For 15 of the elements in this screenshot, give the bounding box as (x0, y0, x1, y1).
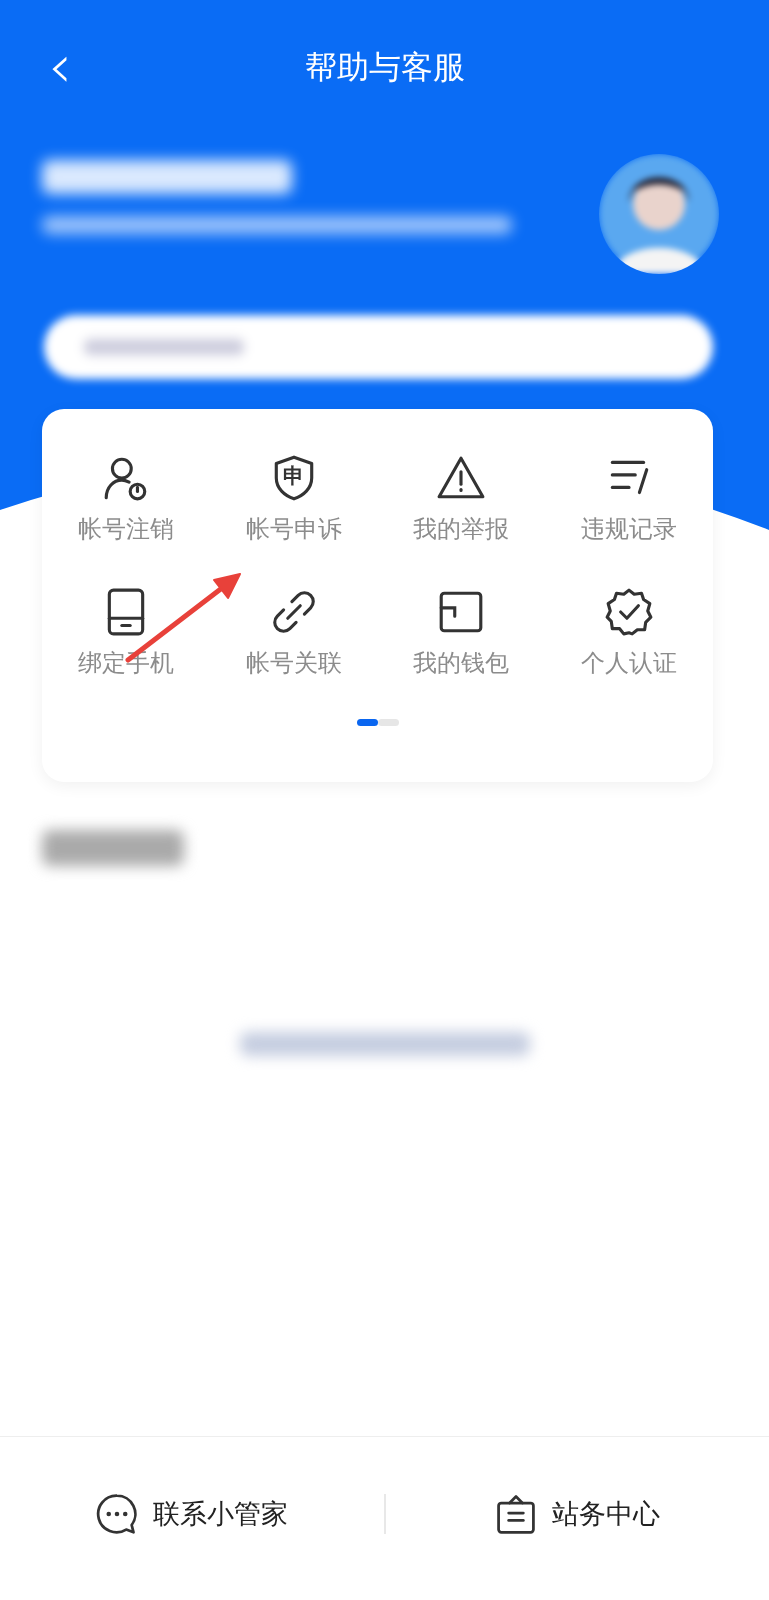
chat-icon (95, 1491, 140, 1536)
menu-item[interactable]: 我的钱包 (413, 647, 510, 679)
menu-item[interactable]: 违规记录 (581, 513, 678, 545)
menu-item[interactable]: 个人认证 (581, 647, 678, 679)
back-button[interactable]: ‹ (48, 36, 72, 96)
bottom-tab[interactable]: 站务中心 (385, 1490, 769, 1537)
page-title: 帮助与客服 (304, 47, 465, 88)
menu-item[interactable]: 帐号申诉 (245, 513, 342, 545)
menu-item[interactable]: 我的举报 (413, 513, 510, 545)
bottom-tab[interactable]: 联系小管家 (0, 1490, 384, 1537)
verified-badge-icon (604, 587, 655, 637)
search-field[interactable] (44, 315, 713, 379)
avatar[interactable] (599, 154, 719, 274)
menu-item[interactable]: 帐号关联 (245, 647, 342, 679)
menu-item[interactable]: 帐号注销 (77, 513, 174, 545)
